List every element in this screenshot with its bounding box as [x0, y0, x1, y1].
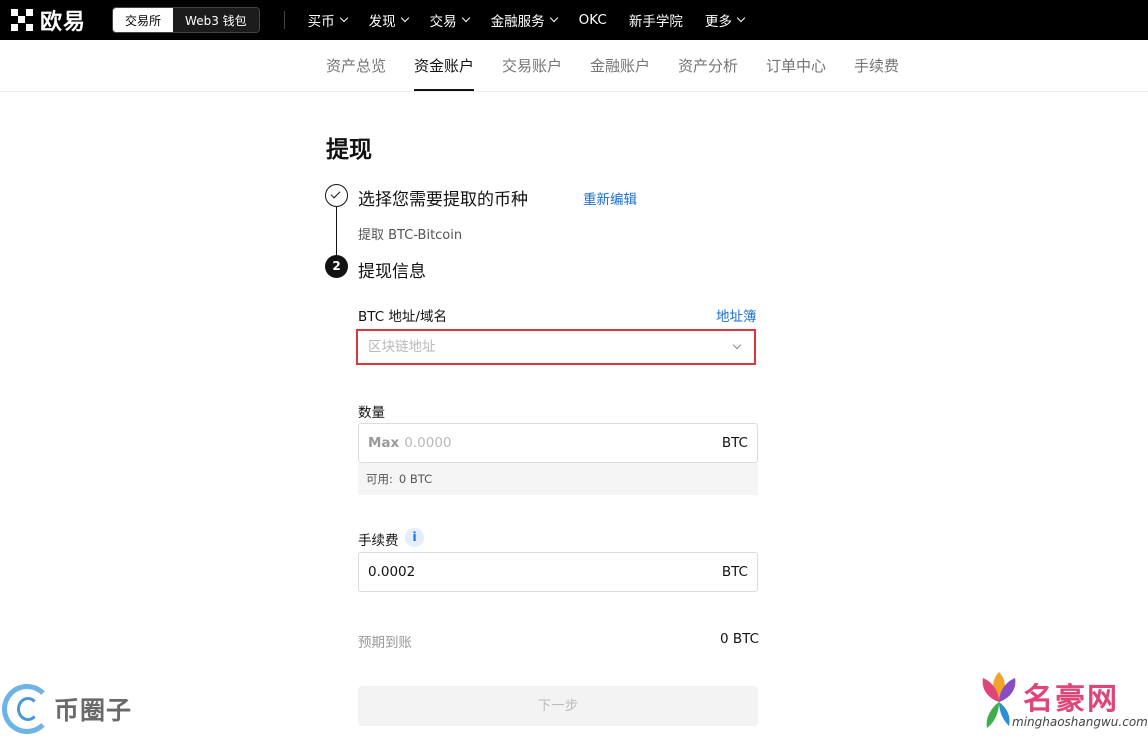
menu-label: 交易: [429, 14, 457, 30]
watermark-left: 币圈子: [2, 684, 132, 734]
fee-field: 0.0002 BTC: [358, 552, 758, 592]
address-label: BTC 地址/域名: [358, 309, 447, 325]
chevron-down-icon: [400, 13, 409, 23]
fee-unit: BTC: [721, 564, 748, 580]
platform-switcher: 交易所 Web3 钱包: [112, 7, 260, 33]
menu-label: 发现: [368, 14, 396, 30]
available-label: 可用:: [366, 472, 393, 486]
tab-finance-account[interactable]: 金融账户: [590, 40, 650, 91]
page-title: 提现: [326, 137, 372, 163]
watermark-right-url: minghaoshangwu.com: [1012, 715, 1148, 729]
top-menu: 买币 发现 交易 金融服务 OKC 新手学院 更多: [297, 10, 755, 30]
expected-arrival-value: 0 BTC: [720, 631, 760, 647]
watermark-left-text: 币圈子: [54, 696, 133, 725]
watermark-right-title: 名豪网: [1023, 682, 1119, 717]
menu-buy-crypto[interactable]: 买币: [307, 10, 348, 30]
watermark-right: 名豪网 minghaoshangwu.com: [975, 668, 1148, 738]
available-balance: 可用: 0 BTC: [358, 463, 758, 495]
quantity-unit: BTC: [721, 435, 748, 451]
chevron-down-icon[interactable]: [732, 340, 742, 350]
menu-label: 金融服务: [490, 14, 545, 30]
chevron-down-icon: [736, 13, 746, 23]
tab-asset-analysis[interactable]: 资产分析: [678, 40, 738, 91]
fee-label: 手续费: [358, 533, 399, 549]
chevron-down-icon: [549, 13, 558, 23]
menu-trade[interactable]: 交易: [429, 10, 470, 30]
brand-name: 欧易: [40, 10, 87, 35]
step1-title: 选择您需要提取的币种: [358, 190, 528, 210]
menu-more[interactable]: 更多: [704, 10, 746, 30]
max-button[interactable]: Max: [368, 435, 399, 451]
address-book-link[interactable]: 地址簿: [716, 305, 757, 325]
menu-finance[interactable]: 金融服务: [490, 10, 558, 30]
quantity-field[interactable]: Max BTC: [358, 423, 758, 463]
watermark-logo-icon: [2, 684, 52, 734]
next-step-button[interactable]: 下一步: [358, 686, 758, 726]
address-input[interactable]: [358, 331, 718, 363]
menu-label: 买币: [307, 14, 335, 30]
tab-funding-account[interactable]: 资金账户: [414, 40, 475, 91]
step2-title: 提现信息: [358, 262, 426, 282]
menu-okc[interactable]: OKC: [579, 12, 607, 28]
step2-number-badge: 2: [325, 255, 348, 278]
tab-order-center[interactable]: 订单中心: [766, 40, 826, 91]
step-complete-check-icon: [325, 184, 348, 207]
tab-fees[interactable]: 手续费: [854, 40, 899, 91]
menu-academy[interactable]: 新手学院: [629, 10, 683, 30]
quantity-input[interactable]: [404, 428, 722, 458]
address-select[interactable]: [356, 329, 756, 365]
chevron-down-icon: [339, 13, 348, 23]
exchange-switch-button[interactable]: 交易所: [113, 8, 174, 32]
reedit-link[interactable]: 重新编辑: [583, 188, 637, 208]
menu-label: 更多: [704, 14, 732, 30]
available-value: 0 BTC: [398, 472, 433, 486]
menu-discover[interactable]: 发现: [368, 10, 409, 30]
okx-logo-icon: [10, 8, 34, 32]
info-icon[interactable]: i: [405, 528, 424, 547]
web3-wallet-switch-button[interactable]: Web3 钱包: [173, 8, 259, 32]
selected-coin-text: 提取 BTC-Bitcoin: [358, 228, 463, 243]
tab-trading-account[interactable]: 交易账户: [502, 40, 562, 91]
nav-divider: [283, 11, 285, 29]
expected-arrival-label: 预期到账: [358, 635, 412, 651]
okx-logo[interactable]: 欧易: [10, 4, 86, 36]
step-connector-line: [336, 207, 337, 257]
menu-label: 新手学院: [628, 14, 683, 30]
chevron-down-icon: [461, 13, 470, 23]
fee-value: 0.0002: [368, 564, 416, 580]
tab-asset-overview[interactable]: 资产总览: [326, 40, 386, 91]
account-tabs: 资产总览 资金账户 交易账户 金融账户 资产分析 订单中心 手续费: [0, 40, 1148, 92]
quantity-label: 数量: [358, 405, 385, 421]
menu-label: OKC: [578, 12, 607, 28]
top-navigation-bar: 欧易 交易所 Web3 钱包 买币 发现 交易 金融服务 OKC 新手学院 更多: [0, 0, 1148, 40]
